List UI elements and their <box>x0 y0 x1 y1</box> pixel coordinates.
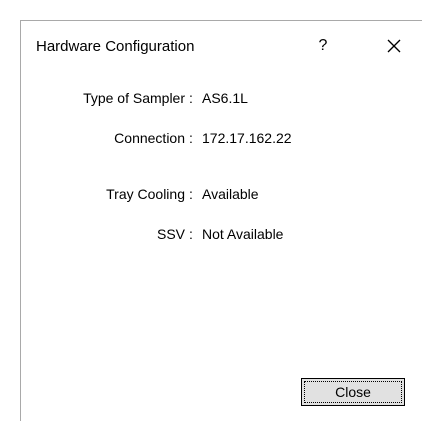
field-value: AS6.1L <box>202 90 248 106</box>
help-button[interactable]: ? <box>311 33 335 59</box>
close-button[interactable]: Close <box>301 378 405 406</box>
field-separator: : <box>189 90 193 106</box>
field-ssv: SSV : Not Available <box>21 226 421 246</box>
screen: Hardware Configuration ? Type of Sampler… <box>0 0 422 421</box>
dialog-title: Hardware Configuration <box>36 38 195 55</box>
hardware-configuration-dialog: Hardware Configuration ? Type of Sampler… <box>20 20 422 421</box>
field-value: Not Available <box>202 226 284 242</box>
field-type-of-sampler: Type of Sampler : AS6.1L <box>21 90 421 110</box>
title-bar[interactable]: Hardware Configuration ? <box>21 21 422 73</box>
field-connection: Connection : 172.17.162.22 <box>21 130 421 150</box>
field-label: Tray Cooling <box>106 186 185 202</box>
field-separator: : <box>189 130 193 146</box>
field-separator: : <box>189 226 193 242</box>
field-label: SSV <box>156 226 185 242</box>
field-value: Available <box>202 186 259 202</box>
field-value: 172.17.162.22 <box>202 130 292 146</box>
field-label: Type of Sampler <box>83 90 185 106</box>
field-separator: : <box>189 186 193 202</box>
close-button-label: Close <box>335 384 371 400</box>
field-tray-cooling: Tray Cooling : Available <box>21 186 421 206</box>
close-icon[interactable] <box>379 33 409 59</box>
field-label: Connection <box>114 130 185 146</box>
